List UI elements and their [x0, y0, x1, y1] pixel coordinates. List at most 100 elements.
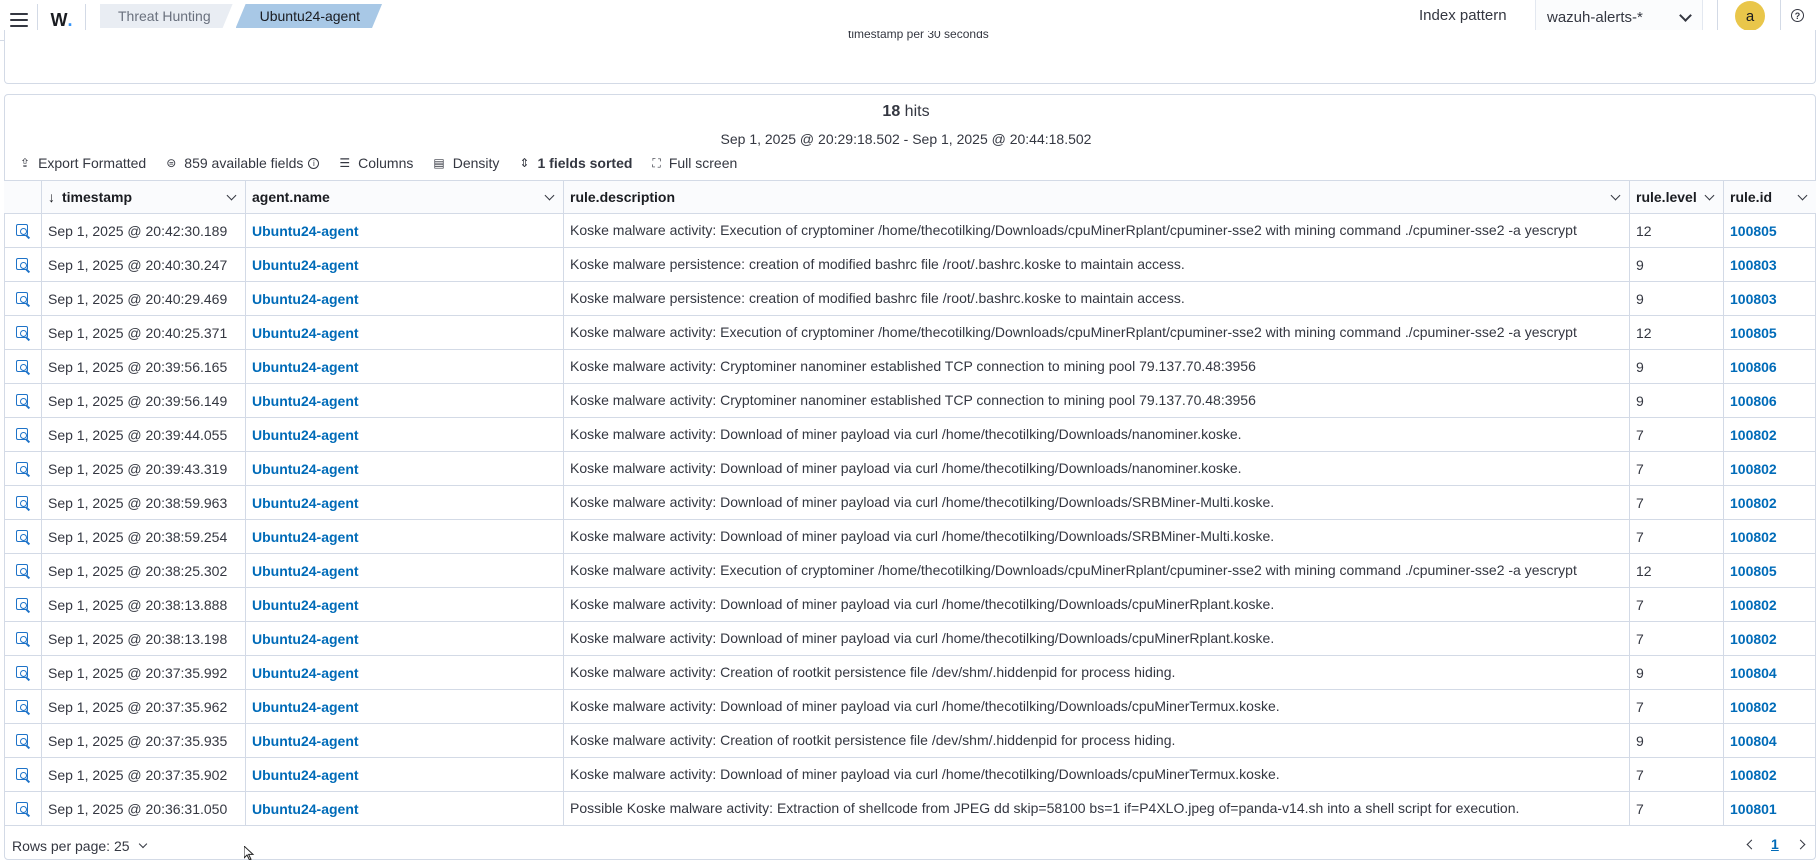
cell-agent-name: Ubuntu24-agent — [246, 656, 564, 689]
table-row: Sep 1, 2025 @ 20:38:59.963 Ubuntu24-agent… — [4, 486, 1816, 520]
cell-rule-id: 100806 — [1724, 350, 1816, 383]
rule-id-link[interactable]: 100802 — [1730, 767, 1777, 783]
inspect-document-icon[interactable] — [15, 699, 31, 715]
cell-agent-name: Ubuntu24-agent — [246, 486, 564, 519]
inspect-document-icon[interactable] — [15, 325, 31, 341]
info-icon[interactable]: i — [308, 157, 320, 169]
cell-rule-id: 100806 — [1724, 384, 1816, 417]
column-header-rule-level[interactable]: rule.level — [1630, 181, 1724, 213]
cell-rule-id: 100803 — [1724, 282, 1816, 315]
rule-id-link[interactable]: 100803 — [1730, 257, 1777, 273]
chevron-down-icon[interactable] — [1610, 190, 1621, 201]
inspect-document-icon[interactable] — [15, 733, 31, 749]
rule-id-link[interactable]: 100802 — [1730, 461, 1777, 477]
header-divider — [1717, 0, 1718, 33]
help-icon[interactable]: ? — [1791, 9, 1804, 22]
breadcrumb-threat-hunting[interactable]: Threat Hunting — [100, 4, 233, 28]
inspect-cell — [4, 384, 42, 417]
rule-id-link[interactable]: 100805 — [1730, 563, 1777, 579]
cell-rule-description: Koske malware activity: Download of mine… — [564, 622, 1630, 655]
page-number[interactable]: 1 — [1771, 836, 1779, 852]
agent-link[interactable]: Ubuntu24-agent — [252, 325, 359, 341]
rule-id-link[interactable]: 100802 — [1730, 597, 1777, 613]
agent-link[interactable]: Ubuntu24-agent — [252, 427, 359, 443]
inspect-document-icon[interactable] — [15, 291, 31, 307]
chevron-down-icon[interactable] — [1704, 190, 1715, 201]
rule-id-link[interactable]: 100804 — [1730, 733, 1777, 749]
inspect-document-icon[interactable] — [15, 529, 31, 545]
inspect-document-icon[interactable] — [15, 597, 31, 613]
agent-link[interactable]: Ubuntu24-agent — [252, 801, 359, 817]
chevron-down-icon — [1679, 9, 1692, 22]
agent-link[interactable]: Ubuntu24-agent — [252, 291, 359, 307]
agent-link[interactable]: Ubuntu24-agent — [252, 699, 359, 715]
rule-id-link[interactable]: 100802 — [1730, 495, 1777, 511]
rule-id-link[interactable]: 100801 — [1730, 801, 1777, 817]
inspect-document-icon[interactable] — [15, 257, 31, 273]
inspect-document-icon[interactable] — [15, 563, 31, 579]
agent-link[interactable]: Ubuntu24-agent — [252, 359, 359, 375]
density-button[interactable]: ▤ Density — [433, 155, 499, 171]
inspect-cell — [4, 724, 42, 757]
chevron-left-icon[interactable] — [1746, 839, 1757, 849]
inspect-document-icon[interactable] — [15, 359, 31, 375]
inspect-document-icon[interactable] — [15, 801, 31, 817]
agent-link[interactable]: Ubuntu24-agent — [252, 733, 359, 749]
agent-link[interactable]: Ubuntu24-agent — [252, 597, 359, 613]
chevron-down-icon[interactable] — [1797, 190, 1808, 201]
rule-id-link[interactable]: 100803 — [1730, 291, 1777, 307]
inspect-document-icon[interactable] — [15, 631, 31, 647]
inspect-document-icon[interactable] — [15, 223, 31, 239]
rule-id-link[interactable]: 100805 — [1730, 325, 1777, 341]
chevron-right-icon[interactable] — [1795, 839, 1806, 849]
full-screen-button[interactable]: ⛶ Full screen — [652, 155, 737, 171]
sort-fields-button[interactable]: ⇕ 1 fields sorted — [519, 155, 632, 171]
chevron-down-icon[interactable] — [544, 190, 555, 201]
chevron-down-icon[interactable] — [226, 190, 237, 201]
cell-agent-name: Ubuntu24-agent — [246, 384, 564, 417]
inspect-document-icon[interactable] — [15, 495, 31, 511]
rows-per-page-label: Rows per page: 25 — [12, 838, 130, 854]
agent-link[interactable]: Ubuntu24-agent — [252, 767, 359, 783]
rows-per-page-button[interactable]: Rows per page: 25 — [12, 838, 147, 854]
agent-link[interactable]: Ubuntu24-agent — [252, 257, 359, 273]
table-row: Sep 1, 2025 @ 20:39:56.165 Ubuntu24-agent… — [4, 350, 1816, 384]
agent-link[interactable]: Ubuntu24-agent — [252, 461, 359, 477]
rule-id-link[interactable]: 100804 — [1730, 665, 1777, 681]
cell-timestamp: Sep 1, 2025 @ 20:38:25.302 — [42, 554, 246, 587]
rule-id-link[interactable]: 100806 — [1730, 359, 1777, 375]
column-header-timestamp[interactable]: ↓ timestamp — [42, 181, 246, 213]
breadcrumb-agent[interactable]: Ubuntu24-agent — [236, 4, 382, 28]
inspect-cell — [4, 520, 42, 553]
inspect-document-icon[interactable] — [15, 665, 31, 681]
export-formatted-button[interactable]: ⇪ Export Formatted — [20, 155, 146, 171]
agent-link[interactable]: Ubuntu24-agent — [252, 563, 359, 579]
inspect-document-icon[interactable] — [15, 393, 31, 409]
column-header-rule-id[interactable]: rule.id — [1724, 181, 1816, 213]
agent-link[interactable]: Ubuntu24-agent — [252, 631, 359, 647]
avatar[interactable]: a — [1735, 1, 1765, 31]
cell-rule-id: 100801 — [1724, 792, 1816, 825]
cell-timestamp: Sep 1, 2025 @ 20:36:31.050 — [42, 792, 246, 825]
inspect-document-icon[interactable] — [15, 427, 31, 443]
agent-link[interactable]: Ubuntu24-agent — [252, 495, 359, 511]
inspect-document-icon[interactable] — [15, 461, 31, 477]
rule-id-link[interactable]: 100802 — [1730, 427, 1777, 443]
agent-link[interactable]: Ubuntu24-agent — [252, 529, 359, 545]
rule-id-link[interactable]: 100802 — [1730, 699, 1777, 715]
inspect-document-icon[interactable] — [15, 767, 31, 783]
available-fields-button[interactable]: ⊜ 859 available fields i — [166, 155, 320, 171]
agent-link[interactable]: Ubuntu24-agent — [252, 393, 359, 409]
rule-id-link[interactable]: 100802 — [1730, 529, 1777, 545]
column-header-agent-name[interactable]: agent.name — [246, 181, 564, 213]
columns-button[interactable]: ☰ Columns — [339, 155, 413, 171]
cell-timestamp: Sep 1, 2025 @ 20:39:44.055 — [42, 418, 246, 451]
cell-rule-level: 7 — [1630, 520, 1724, 553]
rule-id-link[interactable]: 100805 — [1730, 223, 1777, 239]
agent-link[interactable]: Ubuntu24-agent — [252, 223, 359, 239]
rule-id-link[interactable]: 100806 — [1730, 393, 1777, 409]
column-header-rule-description[interactable]: rule.description — [564, 181, 1630, 213]
cell-rule-id: 100802 — [1724, 758, 1816, 791]
rule-id-link[interactable]: 100802 — [1730, 631, 1777, 647]
agent-link[interactable]: Ubuntu24-agent — [252, 665, 359, 681]
